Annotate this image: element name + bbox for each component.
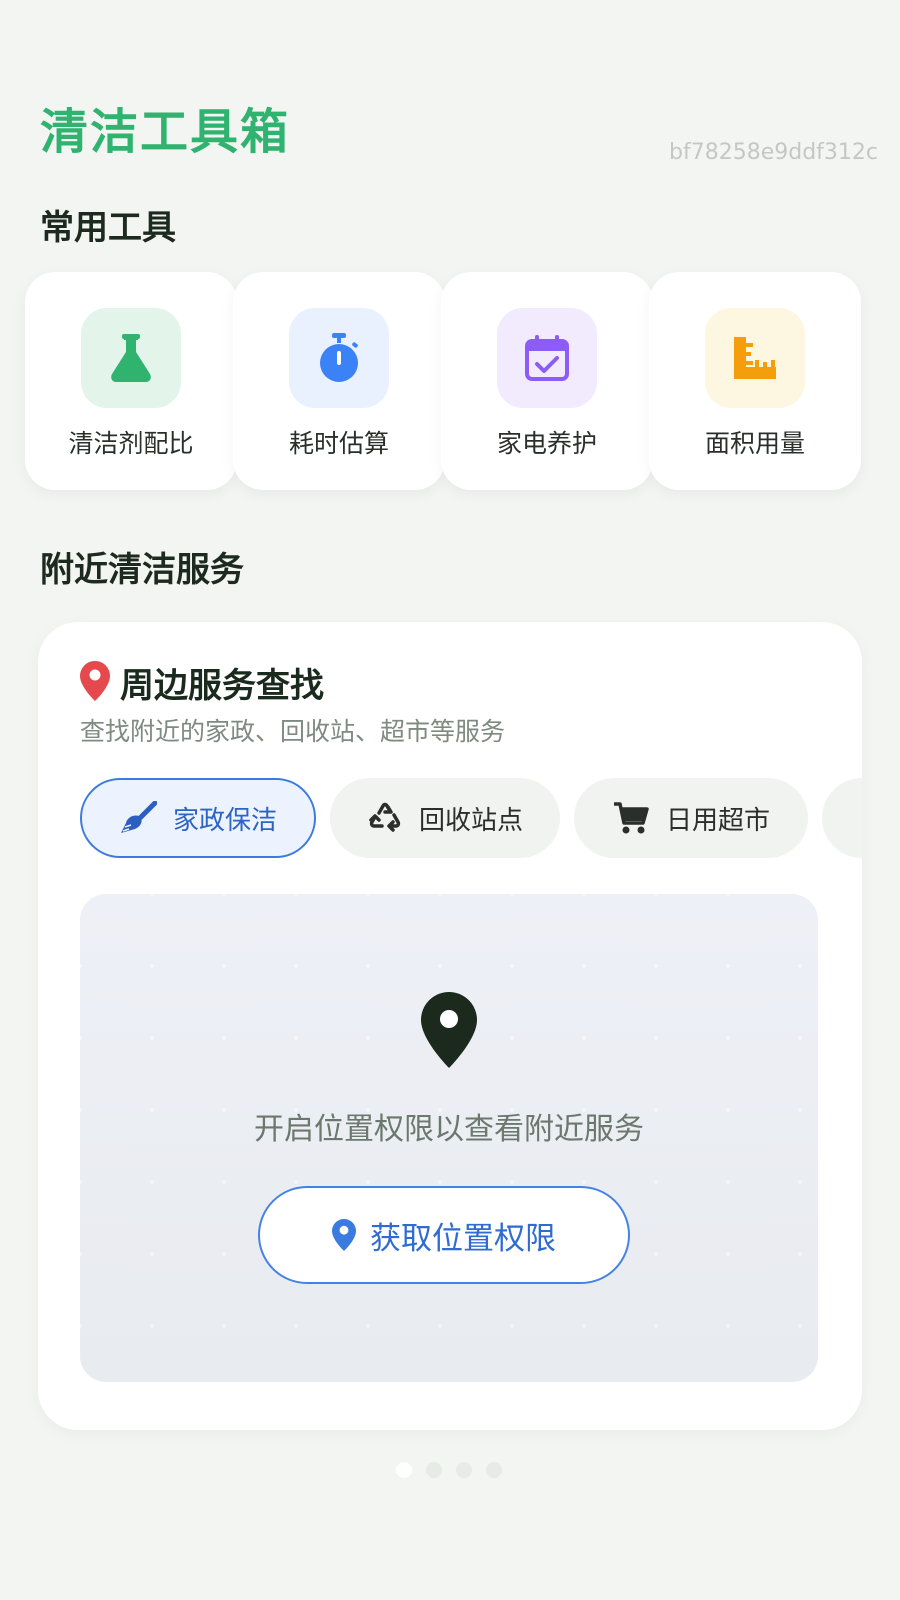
location-permission-message: 开启位置权限以查看附近服务 xyxy=(254,1112,644,1147)
tool-label: 耗时估算 xyxy=(288,429,389,458)
tool-card-appliance-care[interactable]: 家电养护 xyxy=(441,272,653,490)
service-filter-chips: 家政保洁 回收站点 日用超市 xyxy=(80,778,862,862)
page-indicator xyxy=(396,1462,502,1478)
chip-label: 回收站点 xyxy=(418,805,523,836)
broom-icon xyxy=(119,801,157,835)
map-location-pin-icon xyxy=(421,992,477,1072)
location-pin-icon xyxy=(80,660,110,705)
chip-label: 日用超市 xyxy=(665,805,770,836)
cart-icon xyxy=(612,801,650,835)
page-dot[interactable] xyxy=(456,1462,472,1478)
tools-section-title: 常用工具 xyxy=(40,208,176,248)
request-location-button-label: 获取位置权限 xyxy=(370,1220,556,1257)
chip-supermarket[interactable]: 日用超市 xyxy=(574,778,808,858)
panel-header: 周边服务查找 xyxy=(80,658,324,707)
map-placeholder: 开启位置权限以查看附近服务 获取位置权限 xyxy=(80,894,818,1382)
chip-more[interactable] xyxy=(822,778,862,858)
recycle-icon xyxy=(367,801,403,835)
chip-label: 家政保洁 xyxy=(172,805,277,836)
panel-title: 周边服务查找 xyxy=(120,666,324,706)
tool-label: 面积用量 xyxy=(704,429,805,458)
tool-card-area-usage[interactable]: 面积用量 xyxy=(649,272,861,490)
request-location-button[interactable]: 获取位置权限 xyxy=(258,1186,630,1284)
calendar-check-icon xyxy=(497,308,597,408)
ruler-icon xyxy=(705,308,805,408)
chip-recycling[interactable]: 回收站点 xyxy=(330,778,560,858)
app-title: 清洁工具箱 xyxy=(40,104,291,160)
tool-label: 清洁剂配比 xyxy=(68,429,194,458)
stopwatch-icon xyxy=(289,308,389,408)
panel-subtitle: 查找附近的家政、回收站、超市等服务 xyxy=(80,717,506,746)
page-dot[interactable] xyxy=(486,1462,502,1478)
services-section-title: 附近清洁服务 xyxy=(40,550,244,590)
page-dot-active[interactable] xyxy=(396,1462,412,1478)
chip-housekeeping[interactable]: 家政保洁 xyxy=(80,778,316,858)
tool-card-time-estimate[interactable]: 耗时估算 xyxy=(233,272,445,490)
flask-icon xyxy=(81,308,181,408)
location-pin-icon xyxy=(332,1219,356,1251)
nearby-services-panel: 周边服务查找 查找附近的家政、回收站、超市等服务 家政保洁 回收站点 日用超市 … xyxy=(38,622,862,1430)
device-id-text: bf78258e9ddf312c xyxy=(669,140,878,165)
tools-grid: 清洁剂配比 耗时估算 家电养护 面积用量 xyxy=(25,272,877,492)
tool-card-cleaner-ratio[interactable]: 清洁剂配比 xyxy=(25,272,237,490)
tool-label: 家电养护 xyxy=(496,429,597,458)
page-dot[interactable] xyxy=(426,1462,442,1478)
